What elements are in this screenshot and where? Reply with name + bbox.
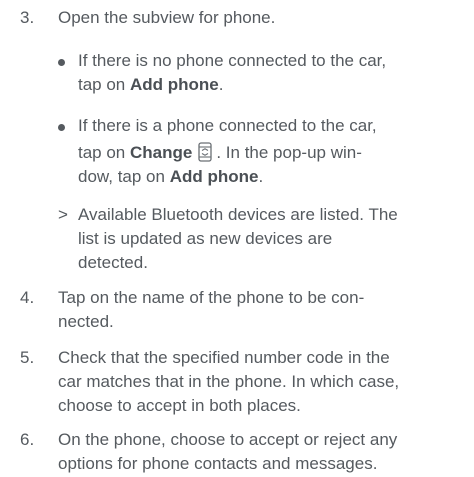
result-marker: > [58, 205, 68, 224]
bullet-marker [58, 114, 74, 138]
result-note: > Available Bluetooth devices are listed… [58, 203, 468, 275]
step-text: Check that the specified number code in … [58, 348, 390, 367]
step-number: 5. [20, 348, 35, 367]
result-line: detected. [78, 253, 148, 272]
bullet-marker [58, 49, 74, 73]
step-text: nected. [58, 312, 114, 331]
result-line: Available Bluetooth devices are listed. … [78, 205, 398, 224]
step-text: options for phone contacts and messages. [58, 454, 378, 473]
step-4: 4. Tap on the name of the phone to be co… [20, 286, 468, 334]
add-phone-label: Add phone [130, 75, 219, 94]
bullet-no-phone: If there is no phone connected to the ca… [58, 49, 468, 97]
bullet-line: tap on Change. In the pop-up win- [78, 142, 362, 162]
bullet-line: tap on Add phone. [78, 75, 224, 94]
step-text: On the phone, choose to accept or reject… [58, 430, 398, 449]
step-number: 6. [20, 430, 35, 449]
step-number: 4. [20, 288, 35, 307]
step-text: car matches that in the phone. In which … [58, 372, 400, 391]
bullet-line: If there is no phone connected to the ca… [78, 51, 387, 70]
step-text: Open the subview for phone. [58, 8, 276, 27]
step-6: 6. On the phone, choose to accept or rej… [20, 428, 468, 476]
step-text: choose to accept in both places. [58, 396, 301, 415]
bullet-phone-connected: If there is a phone connected to the car… [58, 114, 468, 189]
change-phone-icon [198, 142, 212, 162]
step-3: 3. Open the subview for phone. [20, 6, 468, 30]
result-line: list is updated as new devices are [78, 229, 333, 248]
step-number: 3. [20, 8, 35, 27]
bullet-line: dow, tap on Add phone. [78, 167, 264, 186]
add-phone-label: Add phone [169, 167, 259, 186]
change-label: Change [130, 143, 193, 162]
step-5: 5. Check that the specified number code … [20, 346, 468, 418]
bullet-line: If there is a phone connected to the car… [78, 116, 377, 135]
step-text: Tap on the name of the phone to be con- [58, 288, 365, 307]
